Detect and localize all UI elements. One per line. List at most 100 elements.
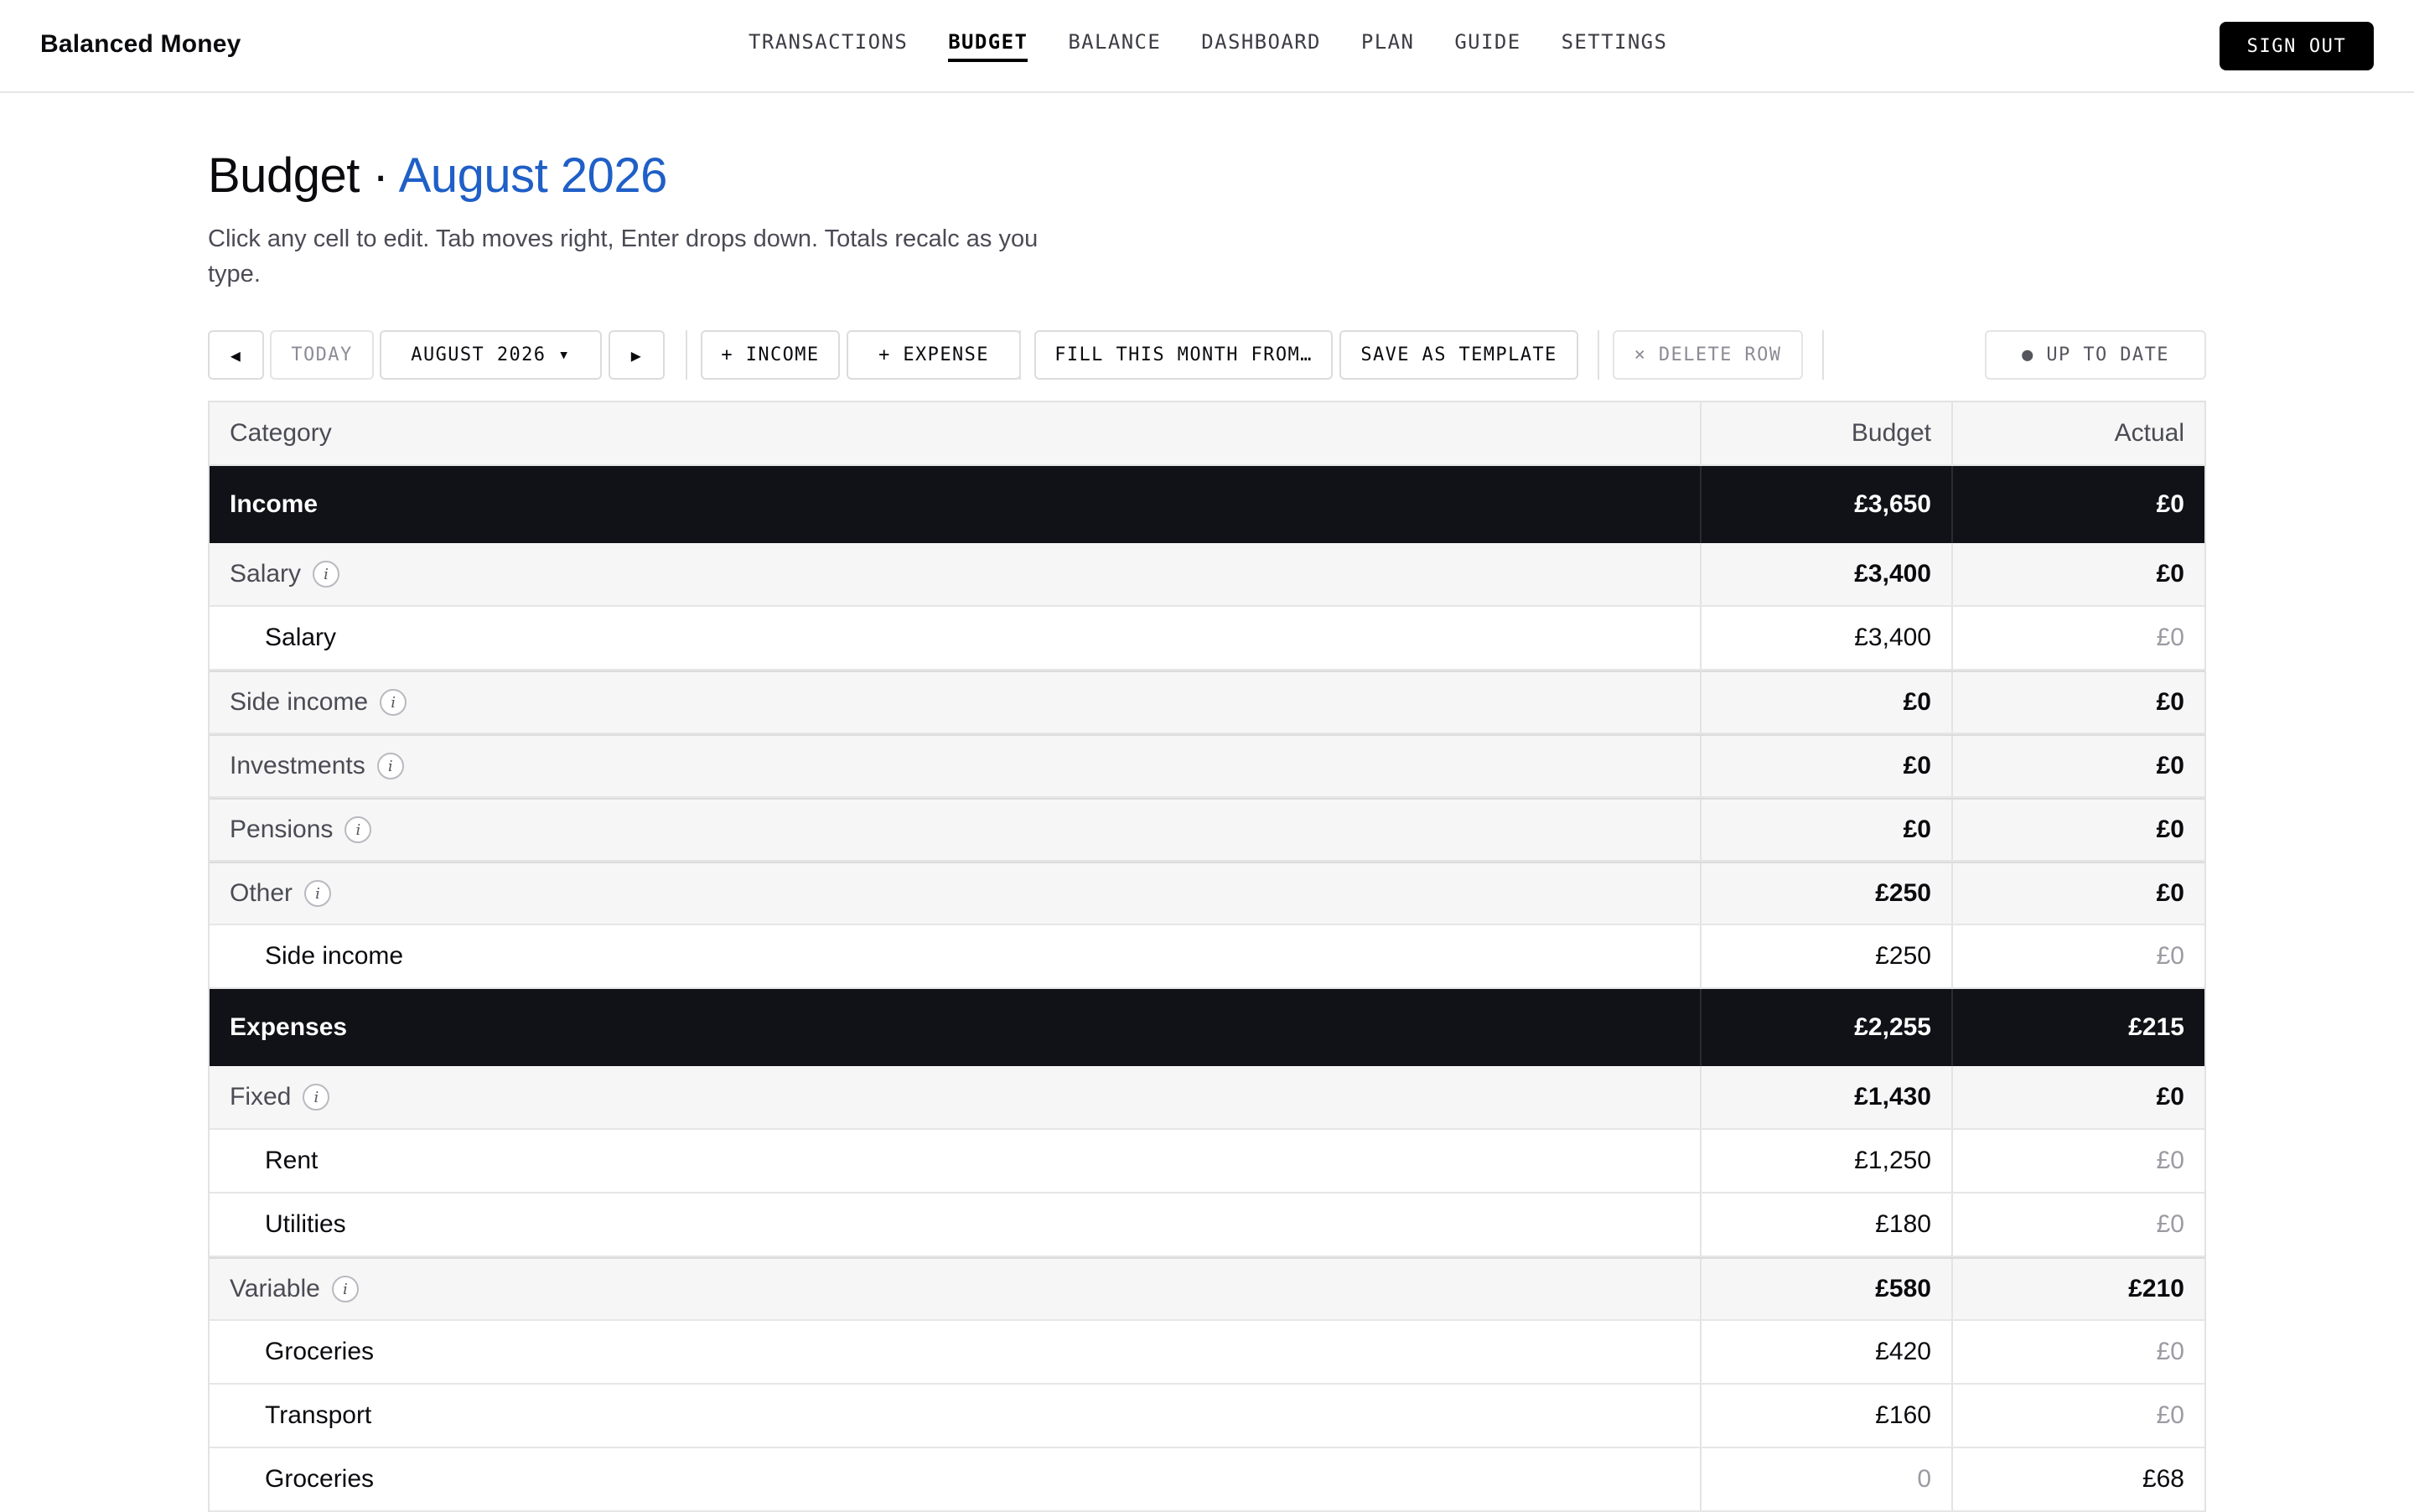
sync-status-badge: ● UP TO DATE — [1985, 330, 2206, 380]
row-category[interactable]: Groceries — [210, 1321, 1702, 1383]
group-label: Side income — [230, 688, 369, 716]
row-budget: £580 — [1702, 1259, 1953, 1319]
row-budget: £3,400 — [1702, 543, 1953, 605]
row-category[interactable]: Side income i — [210, 672, 1702, 733]
sign-out-button[interactable]: SIGN OUT — [2220, 22, 2374, 70]
today-button[interactable]: TODAY — [270, 330, 374, 380]
page-title: Budget · August 2026 — [208, 148, 667, 204]
nav-budget[interactable]: BUDGET — [948, 30, 1028, 62]
row-budget[interactable]: £160 — [1702, 1385, 1953, 1447]
row-actual[interactable]: £0 — [1953, 607, 2204, 669]
row-category[interactable]: Rent — [210, 1130, 1702, 1192]
row-budget: £0 — [1702, 800, 1953, 860]
group-row-variable[interactable]: Variable i £580 £210 — [210, 1257, 2204, 1321]
row-actual: £0 — [2156, 879, 2184, 907]
row-category[interactable]: Other i — [210, 863, 1702, 924]
month-select[interactable]: AUGUST 2026 ▾ — [380, 330, 602, 380]
row-category[interactable]: Utilities — [210, 1194, 1702, 1256]
group-label: Variable — [230, 1275, 320, 1302]
toolbar-divider — [686, 330, 687, 380]
page-title-prefix: Budget · — [208, 148, 399, 203]
toolbar-divider — [1019, 330, 1021, 380]
row-actual: £0 — [2156, 816, 2184, 843]
group-row-investments[interactable]: Investments i £0 £0 — [210, 734, 2204, 798]
row-category[interactable]: Groceries — [210, 1448, 1702, 1510]
group-label: Other — [230, 879, 293, 907]
nav-settings[interactable]: SETTINGS — [1562, 30, 1668, 62]
row-category[interactable]: Salary — [210, 607, 1702, 669]
row-category[interactable]: Side income — [210, 925, 1702, 987]
item-row-side-income[interactable]: Side income £250 £0 — [210, 925, 2204, 989]
row-budget[interactable]: £250 — [1702, 925, 1953, 987]
row-actual[interactable]: £0 — [1953, 1194, 2204, 1256]
row-category[interactable]: Investments i — [210, 736, 1702, 796]
column-header-actual: Actual — [2114, 419, 2184, 447]
column-header-budget: Budget — [1702, 402, 1953, 464]
item-row-utilities[interactable]: Utilities £180 £0 — [210, 1194, 2204, 1257]
row-budget[interactable]: £1,250 — [1702, 1130, 1953, 1192]
row-category[interactable]: Expenses — [210, 989, 1702, 1066]
nav-balance[interactable]: BALANCE — [1068, 30, 1161, 62]
group-label: Fixed — [230, 1083, 292, 1111]
group-row-pensions[interactable]: Pensions i £0 £0 — [210, 798, 2204, 862]
item-row-transport[interactable]: Transport £160 £0 — [210, 1385, 2204, 1448]
row-budget[interactable]: £180 — [1702, 1194, 1953, 1256]
row-category[interactable]: Variable i — [210, 1259, 1702, 1319]
row-category[interactable]: Transport — [210, 1385, 1702, 1447]
row-budget[interactable]: 0 — [1702, 1448, 1953, 1510]
group-row-other[interactable]: Other i £250 £0 — [210, 862, 2204, 925]
table-header-row: Category Budget Actual — [210, 402, 2204, 466]
row-actual[interactable]: £0 — [1953, 1130, 2204, 1192]
nav-guide[interactable]: GUIDE — [1454, 30, 1520, 62]
info-icon[interactable]: i — [376, 753, 404, 779]
group-row-fixed[interactable]: Fixed i £1,430 £0 — [210, 1066, 2204, 1130]
row-category[interactable]: Salary i — [210, 543, 1702, 605]
save-as-template-button[interactable]: SAVE AS TEMPLATE — [1339, 330, 1578, 380]
info-icon[interactable]: i — [303, 1084, 330, 1111]
section-row-expenses[interactable]: Expenses £2,255 £215 — [210, 989, 2204, 1066]
add-expense-button[interactable]: + EXPENSE — [847, 330, 1021, 380]
item-row-groceries-unbudgeted[interactable]: Groceries 0 £68 — [210, 1448, 2204, 1512]
item-row-salary[interactable]: Salary £3,400 £0 — [210, 607, 2204, 671]
row-budget[interactable]: £3,400 — [1702, 607, 1953, 669]
row-actual: £0 — [2156, 560, 2184, 588]
row-actual[interactable]: £0 — [1953, 925, 2204, 987]
row-actual: £0 — [2156, 688, 2184, 716]
toolbar-divider — [1598, 330, 1599, 380]
top-navigation-bar: Balanced Money TRANSACTIONS BUDGET BALAN… — [0, 0, 2414, 93]
row-actual[interactable]: £68 — [1953, 1448, 2204, 1510]
info-icon[interactable]: i — [304, 880, 332, 907]
row-category[interactable]: Pensions i — [210, 800, 1702, 860]
row-budget[interactable]: £420 — [1702, 1321, 1953, 1383]
info-icon[interactable]: i — [331, 1276, 359, 1302]
row-actual[interactable]: £0 — [1953, 1321, 2204, 1383]
section-row-income[interactable]: Income £3,650 £0 — [210, 466, 2204, 543]
row-budget: £1,430 — [1702, 1066, 1953, 1128]
row-budget: £3,650 — [1702, 466, 1953, 543]
row-actual: £0 — [2156, 1083, 2184, 1111]
info-icon[interactable]: i — [313, 561, 340, 588]
info-icon[interactable]: i — [344, 816, 372, 843]
row-category[interactable]: Fixed i — [210, 1066, 1702, 1128]
row-budget: £250 — [1702, 863, 1953, 924]
item-row-groceries[interactable]: Groceries £420 £0 — [210, 1321, 2204, 1385]
nav-dashboard[interactable]: DASHBOARD — [1201, 30, 1321, 62]
nav-transactions[interactable]: TRANSACTIONS — [749, 30, 908, 62]
info-icon[interactable]: i — [380, 689, 407, 716]
next-month-button[interactable]: ▶ — [609, 330, 665, 380]
row-actual: £215 — [2128, 1013, 2184, 1041]
row-actual: £210 — [2128, 1275, 2184, 1302]
previous-month-button[interactable]: ◀ — [208, 330, 264, 380]
fill-month-from-button[interactable]: FILL THIS MONTH FROM… — [1034, 330, 1333, 380]
row-actual[interactable]: £0 — [1953, 1385, 2204, 1447]
delete-row-button[interactable]: × DELETE ROW — [1613, 330, 1803, 380]
group-row-side-income[interactable]: Side income i £0 £0 — [210, 671, 2204, 734]
group-label: Investments — [230, 752, 365, 779]
add-income-button[interactable]: + INCOME — [701, 330, 840, 380]
group-row-salary[interactable]: Salary i £3,400 £0 — [210, 543, 2204, 607]
row-category[interactable]: Income — [210, 466, 1702, 543]
item-row-rent[interactable]: Rent £1,250 £0 — [210, 1130, 2204, 1194]
brand-logo[interactable]: Balanced Money — [40, 30, 241, 59]
nav-plan[interactable]: PLAN — [1361, 30, 1414, 62]
group-label: Salary — [230, 560, 302, 588]
